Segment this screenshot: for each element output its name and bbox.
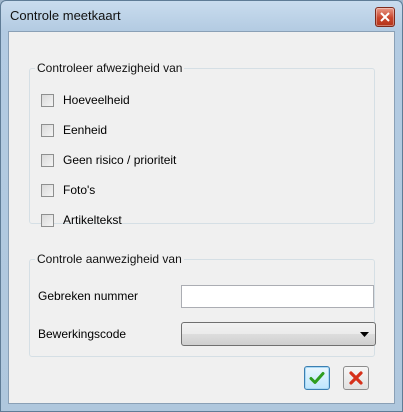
presence-group: Controle aanwezigheid van Gebreken numme…	[29, 252, 376, 357]
green-checkmark-icon	[309, 372, 325, 384]
dialog-window: Controle meetkaart Controleer afwezighei…	[0, 0, 403, 412]
checkbox[interactable]	[41, 184, 54, 197]
ok-button[interactable]	[304, 366, 330, 390]
title-bar[interactable]: Controle meetkaart	[1, 1, 402, 31]
checkbox[interactable]	[41, 214, 54, 227]
dialog-content: Controleer afwezigheid van Hoeveelheid E…	[8, 31, 395, 404]
checkbox-label: Foto's	[63, 183, 96, 197]
checkbox[interactable]	[41, 124, 54, 137]
red-x-icon	[349, 371, 363, 385]
checkbox-label: Artikeltekst	[63, 213, 122, 227]
close-icon	[380, 12, 390, 22]
checkbox[interactable]	[41, 154, 54, 167]
presence-group-legend: Controle aanwezigheid van	[37, 252, 182, 266]
processing-code-dropdown[interactable]	[181, 322, 376, 346]
window-title: Controle meetkaart	[10, 8, 121, 23]
checkbox-label: Hoeveelheid	[63, 93, 130, 107]
checkbox-label: Geen risico / prioriteit	[63, 153, 177, 167]
checkbox-label: Eenheid	[63, 123, 108, 137]
defects-number-label: Gebreken nummer	[38, 289, 139, 303]
chevron-down-icon	[360, 332, 369, 337]
close-button[interactable]	[375, 7, 395, 27]
cancel-button[interactable]	[343, 366, 369, 390]
deviation-group-legend: Controleer afwezigheid van	[37, 61, 183, 75]
defects-number-input[interactable]	[181, 285, 374, 308]
deviation-group: Controleer afwezigheid van Hoeveelheid E…	[29, 61, 375, 227]
checkbox[interactable]	[41, 94, 54, 107]
processing-code-label: Bewerkingscode	[38, 327, 127, 341]
